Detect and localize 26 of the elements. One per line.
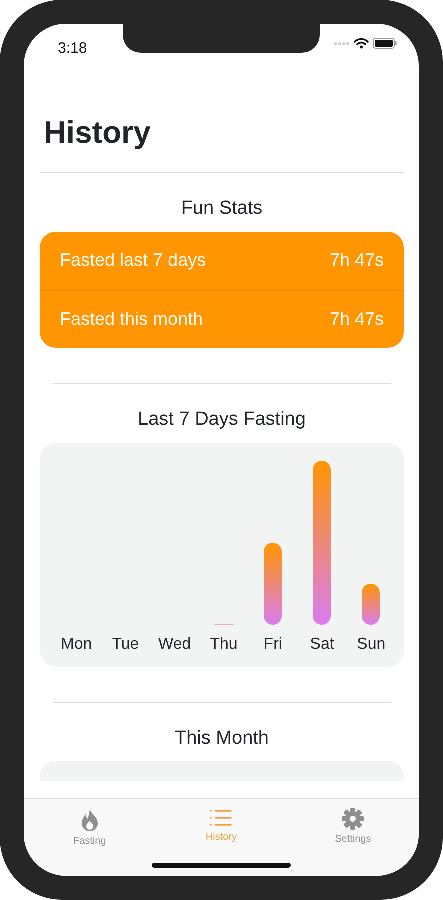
- tab-button[interactable]: Fasting: [73, 808, 106, 850]
- wifi-icon: [354, 38, 369, 49]
- day-label: Sat: [309, 634, 336, 655]
- chart-bar: [362, 584, 380, 625]
- status-time: 3:18: [58, 39, 88, 59]
- gear-icon: [342, 808, 364, 830]
- day-label: Wed: [158, 634, 192, 655]
- signal-icon: [334, 42, 350, 46]
- stat-label: Fasted this month: [60, 308, 204, 331]
- flame-icon: [80, 808, 100, 832]
- section-heading: Last 7 Days Fasting: [137, 408, 307, 432]
- section-heading: Fun Stats: [180, 198, 264, 221]
- tab-button[interactable]: Settings: [335, 808, 372, 850]
- day-label: Mon: [60, 634, 94, 655]
- list-icon: [209, 808, 234, 828]
- day-label: Sun: [356, 634, 387, 655]
- section-heading: This Month: [174, 728, 270, 750]
- stat-value: 7h 47s: [330, 249, 384, 272]
- day-label: Thu: [209, 634, 239, 655]
- day-label: Fri: [262, 634, 284, 655]
- day-label: Tue: [111, 634, 140, 655]
- battery-icon: [373, 38, 397, 49]
- page-title: History: [44, 116, 152, 150]
- stat-value: 7h 47s: [330, 308, 384, 331]
- tab-button[interactable]: History: [206, 808, 238, 850]
- stat-label: Fasted last 7 days: [60, 249, 206, 272]
